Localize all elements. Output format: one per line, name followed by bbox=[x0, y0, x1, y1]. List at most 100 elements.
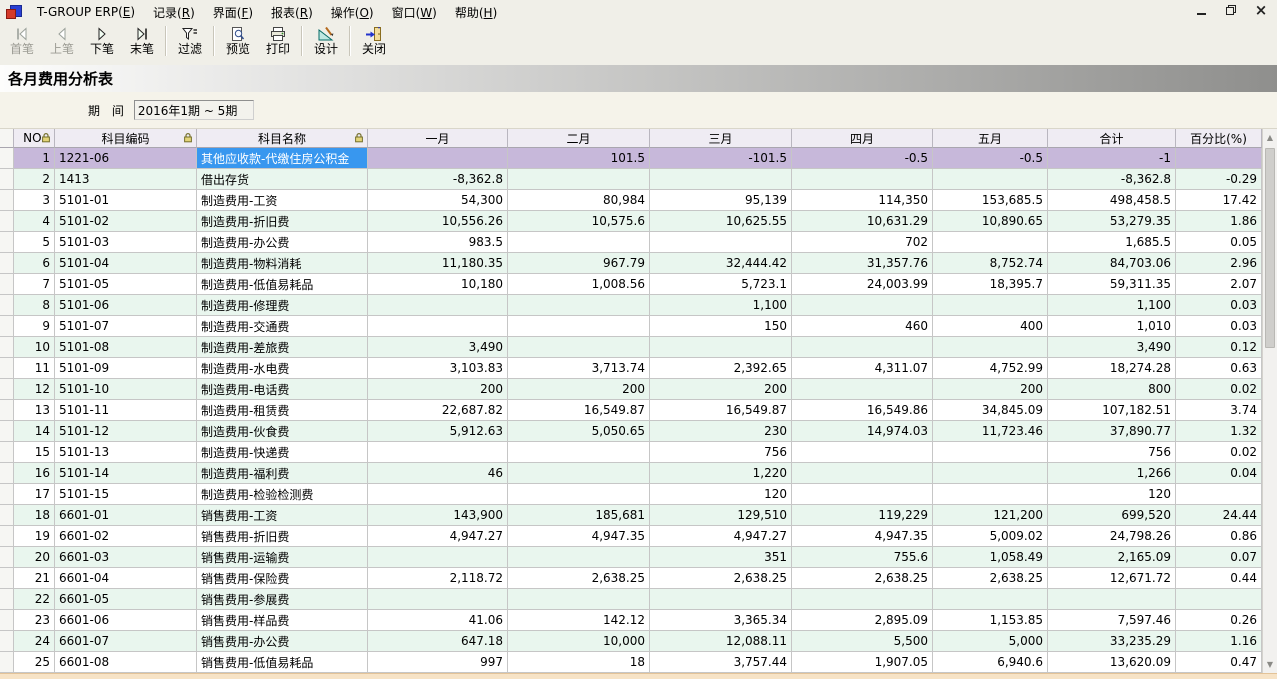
total-cell[interactable]: 18,274.28 bbox=[1048, 358, 1176, 379]
month-feb-cell[interactable]: 101.5 bbox=[508, 148, 650, 169]
month-jan-cell[interactable]: 5,912.63 bbox=[368, 421, 508, 442]
month-mar-cell[interactable]: 32,444.42 bbox=[650, 253, 792, 274]
month-may-cell[interactable] bbox=[933, 295, 1048, 316]
total-cell[interactable]: 1,266 bbox=[1048, 463, 1176, 484]
minimize-icon[interactable] bbox=[1193, 2, 1209, 18]
percent-cell[interactable]: 0.86 bbox=[1176, 526, 1262, 547]
account-code-cell[interactable]: 6601-01 bbox=[55, 505, 197, 526]
total-cell[interactable]: 13,620.09 bbox=[1048, 652, 1176, 673]
column-header-7[interactable]: 五月 bbox=[933, 129, 1048, 148]
total-cell[interactable]: 33,235.29 bbox=[1048, 631, 1176, 652]
row-indicator-cell[interactable] bbox=[0, 442, 14, 463]
month-may-cell[interactable]: 11,723.46 bbox=[933, 421, 1048, 442]
month-jan-cell[interactable]: 22,687.82 bbox=[368, 400, 508, 421]
row-number-cell[interactable]: 15 bbox=[14, 442, 55, 463]
print-button[interactable]: 打印 bbox=[258, 25, 298, 57]
month-may-cell[interactable]: 400 bbox=[933, 316, 1048, 337]
month-mar-cell[interactable]: 150 bbox=[650, 316, 792, 337]
preview-button[interactable]: 预览 bbox=[218, 25, 258, 57]
total-cell[interactable]: 53,279.35 bbox=[1048, 211, 1176, 232]
month-feb-cell[interactable]: 200 bbox=[508, 379, 650, 400]
table-row[interactable]: 11221-06其他应收款-代缴住房公积金101.5-101.5-0.5-0.5… bbox=[0, 148, 1262, 169]
row-indicator-cell[interactable] bbox=[0, 505, 14, 526]
month-jan-cell[interactable] bbox=[368, 484, 508, 505]
row-indicator-cell[interactable] bbox=[0, 547, 14, 568]
table-row[interactable]: 125101-10制造费用-电话费2002002002008000.02 bbox=[0, 379, 1262, 400]
month-jan-cell[interactable]: 10,180 bbox=[368, 274, 508, 295]
month-jan-cell[interactable]: 143,900 bbox=[368, 505, 508, 526]
account-name-cell[interactable]: 制造费用-办公费 bbox=[197, 232, 368, 253]
month-feb-cell[interactable] bbox=[508, 337, 650, 358]
row-number-cell[interactable]: 24 bbox=[14, 631, 55, 652]
month-jan-cell[interactable] bbox=[368, 316, 508, 337]
month-mar-cell[interactable]: 16,549.87 bbox=[650, 400, 792, 421]
row-indicator-cell[interactable] bbox=[0, 652, 14, 673]
account-code-cell[interactable]: 5101-14 bbox=[55, 463, 197, 484]
month-mar-cell[interactable] bbox=[650, 337, 792, 358]
scrollbar-track[interactable] bbox=[1263, 146, 1277, 656]
account-name-cell[interactable]: 制造费用-低值易耗品 bbox=[197, 274, 368, 295]
account-name-cell[interactable]: 销售费用-样品费 bbox=[197, 610, 368, 631]
percent-cell[interactable]: 0.05 bbox=[1176, 232, 1262, 253]
total-cell[interactable]: 800 bbox=[1048, 379, 1176, 400]
row-number-cell[interactable]: 16 bbox=[14, 463, 55, 484]
table-row[interactable]: 206601-03销售费用-运输费351755.61,058.492,165.0… bbox=[0, 547, 1262, 568]
row-number-cell[interactable]: 13 bbox=[14, 400, 55, 421]
month-feb-cell[interactable]: 3,713.74 bbox=[508, 358, 650, 379]
month-may-cell[interactable] bbox=[933, 442, 1048, 463]
row-indicator-cell[interactable] bbox=[0, 400, 14, 421]
month-mar-cell[interactable]: 351 bbox=[650, 547, 792, 568]
month-feb-cell[interactable] bbox=[508, 484, 650, 505]
total-cell[interactable]: 3,490 bbox=[1048, 337, 1176, 358]
column-header-5[interactable]: 三月 bbox=[650, 129, 792, 148]
account-name-cell[interactable]: 销售费用-折旧费 bbox=[197, 526, 368, 547]
month-may-cell[interactable] bbox=[933, 484, 1048, 505]
table-row[interactable]: 35101-01制造费用-工资54,30080,98495,139114,350… bbox=[0, 190, 1262, 211]
account-name-cell[interactable]: 制造费用-物料消耗 bbox=[197, 253, 368, 274]
month-apr-cell[interactable]: 14,974.03 bbox=[792, 421, 933, 442]
percent-cell[interactable]: 0.03 bbox=[1176, 295, 1262, 316]
account-name-cell[interactable]: 其他应收款-代缴住房公积金 bbox=[197, 148, 368, 169]
month-jan-cell[interactable]: -8,362.8 bbox=[368, 169, 508, 190]
account-code-cell[interactable]: 1413 bbox=[55, 169, 197, 190]
account-name-cell[interactable]: 制造费用-检验检测费 bbox=[197, 484, 368, 505]
row-number-cell[interactable]: 10 bbox=[14, 337, 55, 358]
table-row[interactable]: 196601-02销售费用-折旧费4,947.274,947.354,947.2… bbox=[0, 526, 1262, 547]
total-cell[interactable]: 756 bbox=[1048, 442, 1176, 463]
account-name-cell[interactable]: 制造费用-伙食费 bbox=[197, 421, 368, 442]
total-cell[interactable]: 1,010 bbox=[1048, 316, 1176, 337]
table-row[interactable]: 75101-05制造费用-低值易耗品10,1801,008.565,723.12… bbox=[0, 274, 1262, 295]
percent-cell[interactable]: 1.32 bbox=[1176, 421, 1262, 442]
percent-cell[interactable]: 0.02 bbox=[1176, 442, 1262, 463]
percent-cell[interactable]: 0.12 bbox=[1176, 337, 1262, 358]
account-code-cell[interactable]: 5101-04 bbox=[55, 253, 197, 274]
row-number-cell[interactable]: 1 bbox=[14, 148, 55, 169]
month-may-cell[interactable]: 18,395.7 bbox=[933, 274, 1048, 295]
account-code-cell[interactable]: 5101-10 bbox=[55, 379, 197, 400]
total-cell[interactable]: 498,458.5 bbox=[1048, 190, 1176, 211]
month-may-cell[interactable] bbox=[933, 589, 1048, 610]
percent-cell[interactable]: 2.07 bbox=[1176, 274, 1262, 295]
total-cell[interactable]: -1 bbox=[1048, 148, 1176, 169]
account-code-cell[interactable]: 6601-07 bbox=[55, 631, 197, 652]
month-may-cell[interactable]: 5,000 bbox=[933, 631, 1048, 652]
month-jan-cell[interactable] bbox=[368, 148, 508, 169]
month-feb-cell[interactable]: 80,984 bbox=[508, 190, 650, 211]
account-code-cell[interactable]: 5101-11 bbox=[55, 400, 197, 421]
month-may-cell[interactable]: 1,153.85 bbox=[933, 610, 1048, 631]
column-header-0[interactable]: NO. bbox=[14, 129, 55, 148]
month-mar-cell[interactable]: 129,510 bbox=[650, 505, 792, 526]
month-feb-cell[interactable] bbox=[508, 169, 650, 190]
account-code-cell[interactable]: 6601-06 bbox=[55, 610, 197, 631]
menu-item-4[interactable]: 操作(O) bbox=[322, 1, 383, 24]
month-jan-cell[interactable]: 11,180.35 bbox=[368, 253, 508, 274]
percent-cell[interactable]: 1.16 bbox=[1176, 631, 1262, 652]
month-apr-cell[interactable]: 2,895.09 bbox=[792, 610, 933, 631]
month-mar-cell[interactable]: 5,723.1 bbox=[650, 274, 792, 295]
month-may-cell[interactable] bbox=[933, 232, 1048, 253]
account-code-cell[interactable]: 5101-03 bbox=[55, 232, 197, 253]
month-jan-cell[interactable] bbox=[368, 295, 508, 316]
month-feb-cell[interactable] bbox=[508, 232, 650, 253]
month-apr-cell[interactable]: -0.5 bbox=[792, 148, 933, 169]
total-cell[interactable]: 1,100 bbox=[1048, 295, 1176, 316]
